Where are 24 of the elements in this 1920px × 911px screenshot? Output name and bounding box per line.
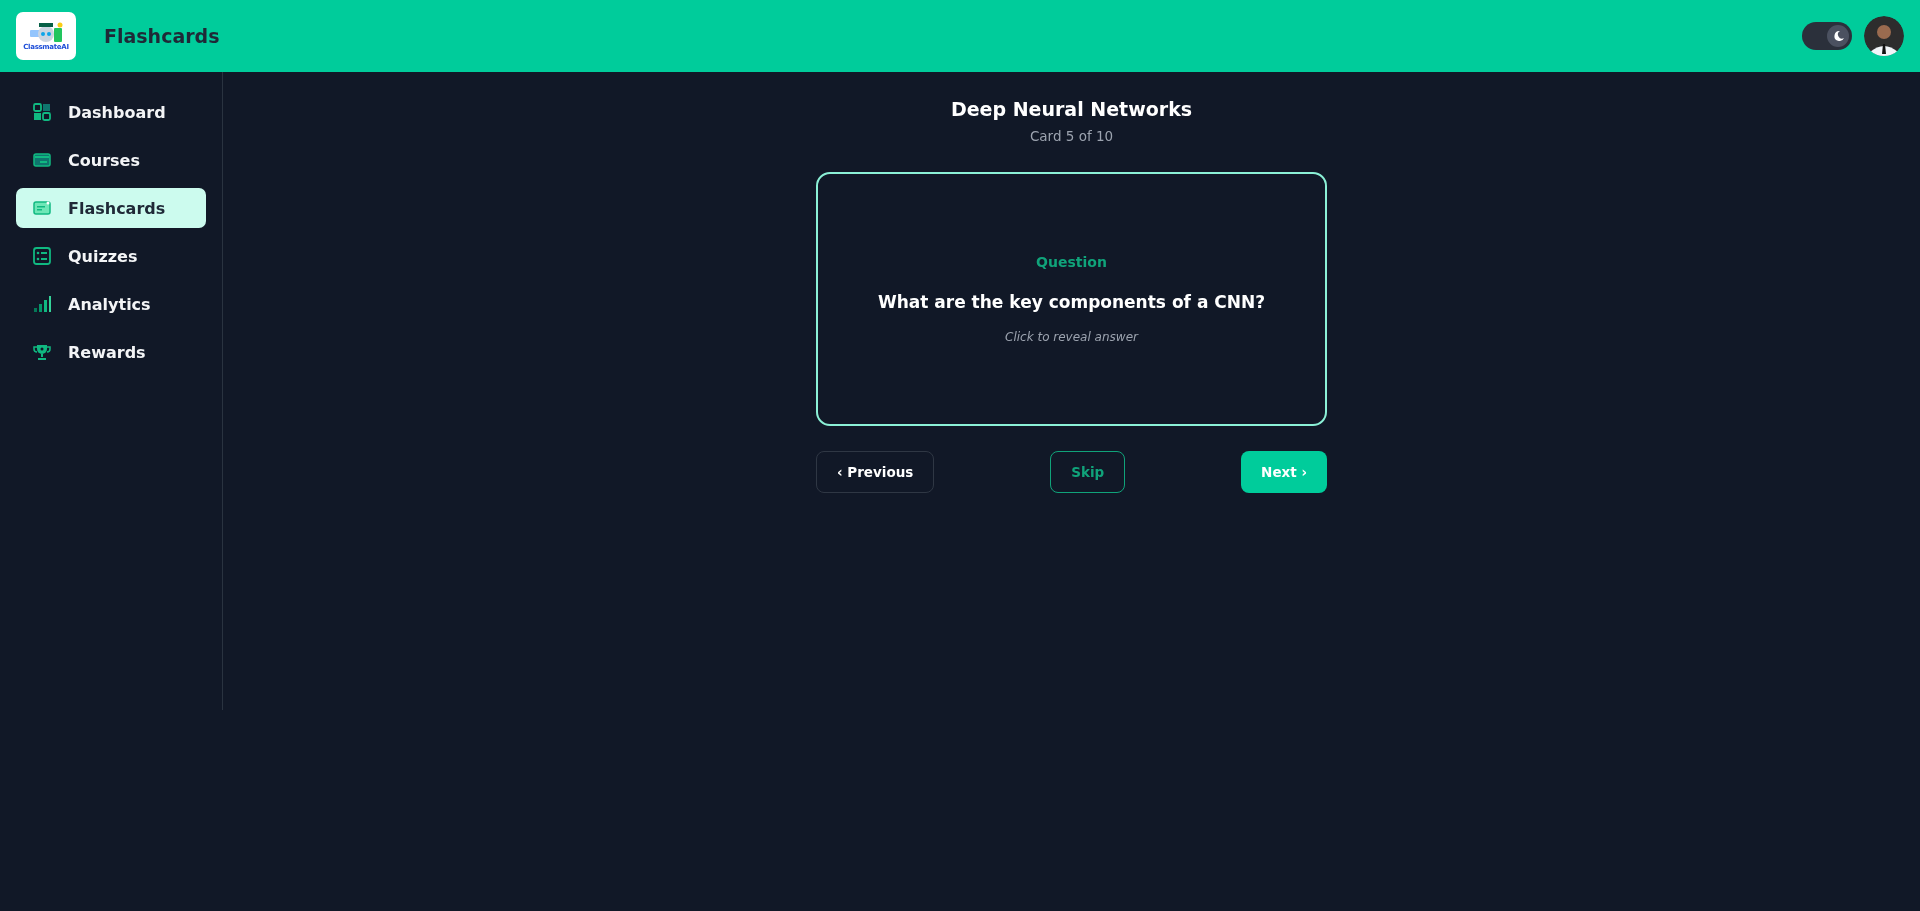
card-counter: Card 5 of 10: [1029, 128, 1114, 144]
list-icon: [32, 246, 52, 266]
sidebar-item[interactable]: Courses: [16, 140, 206, 180]
sidebar-item[interactable]: Analytics: [16, 284, 206, 324]
card-icon: [32, 198, 52, 218]
question-text: What are the key components of a CNN?: [877, 292, 1266, 312]
card-label: Question: [1036, 254, 1107, 270]
reveal-hint: Click to reveal answer: [1005, 330, 1138, 344]
theme-toggle[interactable]: [1802, 22, 1852, 50]
moon-icon: [1831, 29, 1845, 43]
previous-button[interactable]: ‹ Previous: [816, 451, 935, 493]
sidebar-item[interactable]: Dashboard: [16, 92, 206, 132]
sidebar-item[interactable]: Flashcards: [16, 188, 206, 228]
bar-chart-icon: [32, 294, 52, 314]
trophy-icon: [32, 342, 52, 362]
flashcard[interactable]: Question What are the key components of a CNN? Click to reveal answer: [816, 172, 1327, 426]
sidebar-item[interactable]: Quizzes: [16, 236, 206, 276]
avatar: [1864, 16, 1904, 56]
grid-icon: [32, 102, 52, 122]
skip-button[interactable]: Skip: [1050, 451, 1126, 493]
window-icon: [32, 150, 52, 170]
deck-title: Deep Neural Networks: [950, 98, 1193, 120]
sidebar-item[interactable]: Rewards: [16, 332, 206, 372]
page-title: Flashcards: [104, 25, 220, 47]
